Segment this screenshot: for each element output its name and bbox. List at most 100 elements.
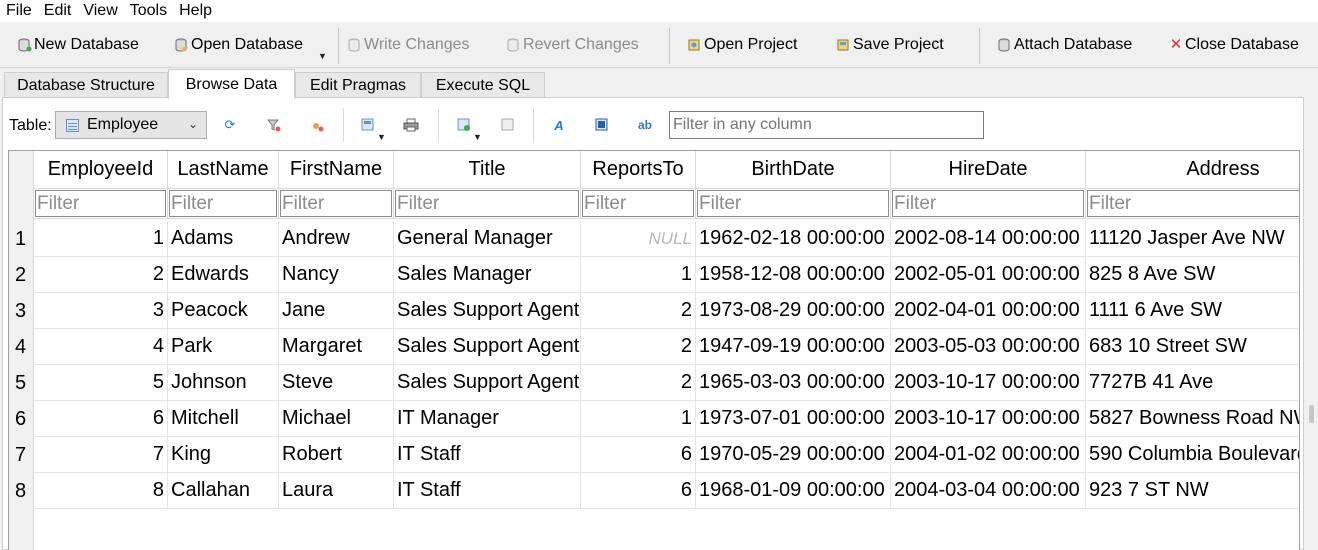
table-cell[interactable]: 6 [581, 437, 696, 473]
table-row[interactable]: 8 8 Callahan Laura IT Staff 6 1968-01-09 00:00… [9, 473, 1299, 509]
scrollbar-thumb[interactable] [1309, 405, 1314, 423]
table-cell[interactable]: 1 [34, 221, 168, 257]
column-filter-input[interactable] [697, 190, 889, 217]
table-cell[interactable]: Margaret [279, 329, 394, 365]
column-header[interactable]: HireDate [891, 151, 1086, 189]
table-cell[interactable]: 6 [581, 473, 696, 509]
column-filter-input[interactable] [892, 190, 1084, 217]
menu-file[interactable]: File [0, 1, 38, 21]
table-cell[interactable]: 2003-10-17 00:00:00 [891, 365, 1086, 401]
table-cell[interactable]: 1111 6 Ave SW [1086, 293, 1299, 329]
table-cell[interactable]: Andrew [279, 221, 394, 257]
table-cell[interactable]: 2004-01-02 00:00:00 [891, 437, 1086, 473]
table-cell[interactable]: Sales Support Agent [394, 293, 581, 329]
table-cell[interactable]: 2 [34, 257, 168, 293]
column-filter-input[interactable] [395, 190, 579, 217]
filter-any-column-input[interactable] [669, 111, 984, 139]
table-cell[interactable]: Adams [168, 221, 279, 257]
table-cell[interactable]: 8 [34, 473, 168, 509]
open-database-button[interactable]: Open Database [175, 22, 303, 68]
table-cell[interactable]: Jane [279, 293, 394, 329]
table-cell[interactable]: 3 [34, 293, 168, 329]
table-cell[interactable]: Johnson [168, 365, 279, 401]
table-row[interactable]: 5 5 Johnson Steve Sales Support Agent 2 1965-0… [9, 365, 1299, 401]
column-header[interactable]: Address [1086, 151, 1299, 189]
open-project-button[interactable]: Open Project [688, 22, 797, 68]
table-cell[interactable]: Sales Support Agent [394, 329, 581, 365]
table-row[interactable]: 6 6 Mitchell Michael IT Manager 1 1973-07-01 0… [9, 401, 1299, 437]
table-cell[interactable]: 2 [581, 329, 696, 365]
table-cell[interactable]: IT Staff [394, 473, 581, 509]
column-filter-input[interactable] [169, 190, 277, 217]
open-database-dropdown-icon[interactable]: ▼ [318, 51, 327, 61]
close-database-button[interactable]: ✕ Close Database [1169, 22, 1299, 68]
table-cell[interactable]: 1968-01-09 00:00:00 [696, 473, 891, 509]
table-cell[interactable]: 2003-05-03 00:00:00 [891, 329, 1086, 365]
save-project-button[interactable]: Save Project [837, 22, 944, 68]
table-row[interactable]: 1 1 Adams Andrew General Manager NULL 1962-02-… [9, 221, 1299, 257]
table-cell[interactable]: IT Manager [394, 401, 581, 437]
refresh-icon[interactable]: ⟳ [221, 116, 239, 134]
row-number[interactable]: 5 [9, 365, 34, 401]
column-header[interactable]: Title [394, 151, 581, 189]
column-filter-input[interactable] [35, 190, 166, 217]
window-scrollbar[interactable] [1306, 97, 1318, 550]
table-cell[interactable]: Laura [279, 473, 394, 509]
column-header[interactable]: BirthDate [696, 151, 891, 189]
table-cell[interactable]: 1965-03-03 00:00:00 [696, 365, 891, 401]
table-row[interactable]: 7 7 King Robert IT Staff 6 1970-05-29 00:00:00… [9, 437, 1299, 473]
clear-sorting-icon[interactable] [309, 116, 327, 134]
insert-record-dropdown-icon[interactable]: ▼ [473, 132, 482, 142]
table-cell[interactable]: 2 [581, 365, 696, 401]
column-filter-input[interactable] [1087, 190, 1299, 217]
table-cell[interactable]: 590 Columbia Boulevard [1086, 437, 1299, 473]
save-results-icon[interactable] [359, 116, 377, 134]
table-cell[interactable]: Mitchell [168, 401, 279, 437]
table-cell[interactable]: 2004-03-04 00:00:00 [891, 473, 1086, 509]
table-cell[interactable]: 923 7 ST NW [1086, 473, 1299, 509]
row-number[interactable]: 8 [9, 473, 34, 509]
table-cell[interactable]: General Manager [394, 221, 581, 257]
tab-browse-data[interactable]: Browse Data [168, 69, 295, 99]
column-header[interactable]: FirstName [279, 151, 394, 189]
table-cell[interactable]: Sales Support Agent [394, 365, 581, 401]
table-cell[interactable]: 1 [581, 257, 696, 293]
table-cell[interactable]: 2 [581, 293, 696, 329]
table-cell[interactable]: Sales Manager [394, 257, 581, 293]
table-cell[interactable]: Callahan [168, 473, 279, 509]
column-filter-input[interactable] [582, 190, 694, 217]
table-cell[interactable]: 4 [34, 329, 168, 365]
table-cell[interactable]: 1947-09-19 00:00:00 [696, 329, 891, 365]
column-header[interactable]: LastName [168, 151, 279, 189]
table-cell[interactable]: 1958-12-08 00:00:00 [696, 257, 891, 293]
table-cell[interactable]: King [168, 437, 279, 473]
table-cell[interactable]: 2002-05-01 00:00:00 [891, 257, 1086, 293]
menu-tools[interactable]: Tools [124, 1, 173, 21]
table-row[interactable]: 4 4 Park Margaret Sales Support Agent 2 1947-0… [9, 329, 1299, 365]
table-select[interactable]: Employee ⌄ [55, 111, 207, 139]
table-cell[interactable]: 683 10 Street SW [1086, 329, 1299, 365]
table-cell[interactable]: 6 [34, 401, 168, 437]
table-cell[interactable]: 2002-08-14 00:00:00 [891, 221, 1086, 257]
table-cell[interactable]: 7727B 41 Ave [1086, 365, 1299, 401]
table-cell[interactable]: Robert [279, 437, 394, 473]
table-row[interactable]: 3 3 Peacock Jane Sales Support Agent 2 1973-08… [9, 293, 1299, 329]
table-cell[interactable]: 5 [34, 365, 168, 401]
table-cell[interactable]: 1973-07-01 00:00:00 [696, 401, 891, 437]
row-number[interactable]: 7 [9, 437, 34, 473]
tab-edit-pragmas[interactable]: Edit Pragmas [295, 72, 421, 99]
attach-database-button[interactable]: Attach Database [998, 22, 1132, 68]
row-number[interactable]: 1 [9, 221, 34, 257]
table-cell[interactable]: 1962-02-18 00:00:00 [696, 221, 891, 257]
write-changes-button[interactable]: Write Changes [348, 22, 470, 68]
table-cell[interactable]: Nancy [279, 257, 394, 293]
table-cell[interactable]: 825 8 Ave SW [1086, 257, 1299, 293]
row-number[interactable]: 2 [9, 257, 34, 293]
table-cell[interactable]: NULL [581, 221, 696, 257]
table-cell[interactable]: Park [168, 329, 279, 365]
column-filter-input[interactable] [280, 190, 392, 217]
column-header[interactable]: ReportsTo [581, 151, 696, 189]
menu-view[interactable]: View [77, 1, 123, 21]
column-header[interactable]: EmployeeId [34, 151, 168, 189]
find-icon[interactable] [593, 116, 611, 134]
